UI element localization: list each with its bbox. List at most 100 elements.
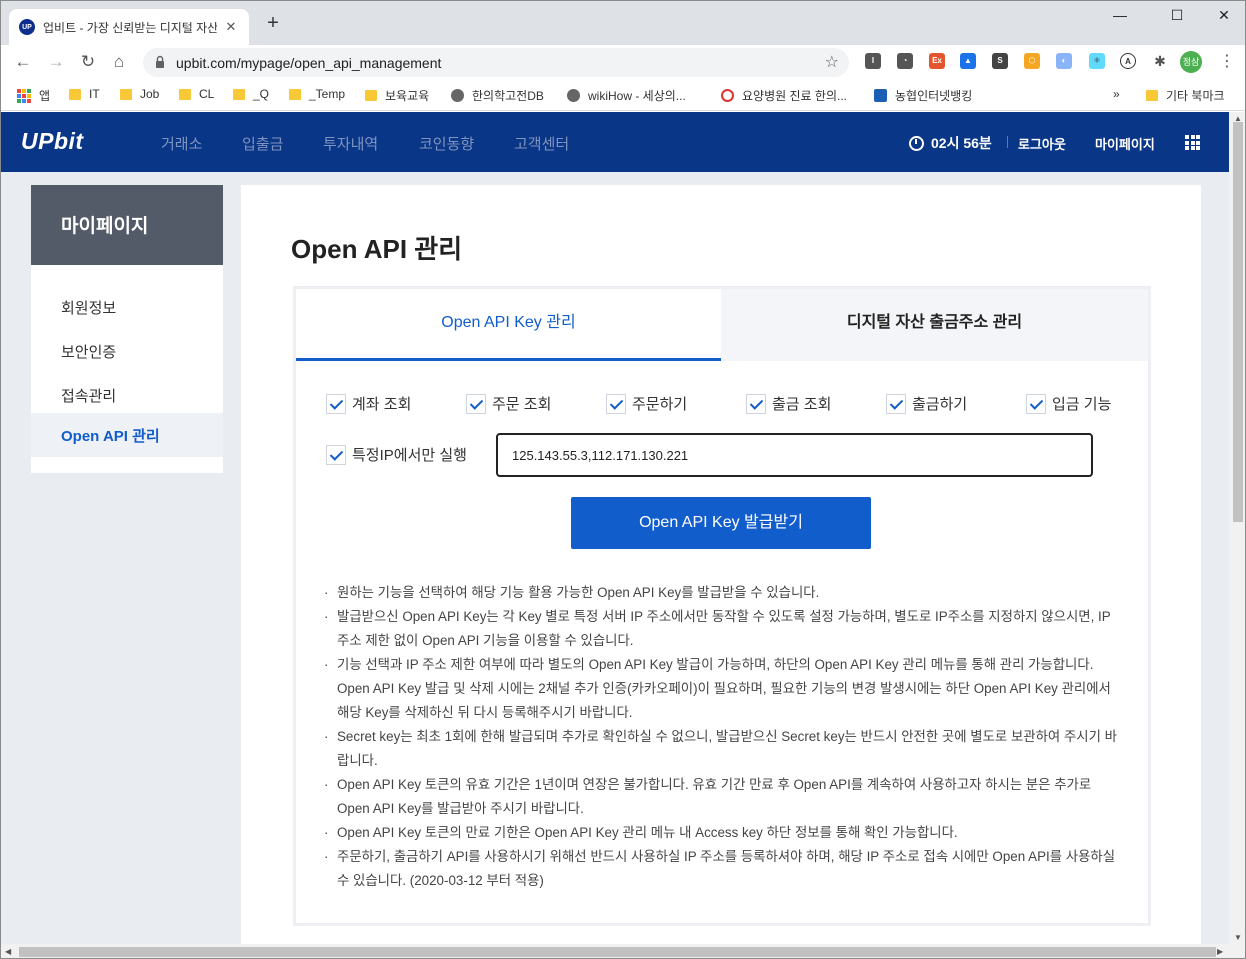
bookmark-label: 농협인터넷뱅킹 [895, 89, 973, 103]
ip-address-input[interactable]: 125.143.55.3,112.171.130.221 [496, 433, 1093, 477]
checkbox-label: 출금하기 [912, 396, 968, 413]
graduation-cap-extension-icon[interactable]: ▲ [960, 53, 976, 69]
nav-deposit-withdraw[interactable]: 입출금 [242, 133, 283, 154]
sidebar-item-access[interactable]: 접속관리 [31, 373, 223, 417]
forward-arrow-icon[interactable]: → [44, 50, 68, 74]
scroll-left-icon[interactable]: ◀ [5, 947, 11, 956]
bookmark-label: 한의학고전DB [472, 89, 544, 103]
bookmark-label: 요양병원 진료 한의... [742, 89, 847, 103]
horizontal-scrollbar[interactable]: ◀ ▶ [1, 944, 1245, 958]
list-item: 주문하기, 출금하기 API를 사용하시기 위해선 반드시 사용하실 IP 주소… [324, 845, 1124, 893]
permission-checkbox[interactable]: 입금 기능 [1026, 393, 1111, 414]
permission-checkbox[interactable]: 계좌 조회 [326, 393, 411, 414]
nav-investments[interactable]: 투자내역 [323, 133, 378, 154]
nh-bank-icon [874, 89, 887, 102]
permission-checkbox[interactable]: 주문하기 [606, 393, 687, 414]
tab-api-key[interactable]: Open API Key 관리 [296, 289, 721, 361]
tab-bar: Open API Key 관리 디지털 자산 출금주소 관리 [296, 289, 1148, 361]
list-item: 원하는 기능을 선택하여 해당 기능 활용 가능한 Open API Key를 … [324, 581, 1124, 605]
extension-icon[interactable]: S [992, 53, 1008, 69]
sidebar-item-open-api[interactable]: Open API 관리 [31, 413, 223, 457]
reload-icon[interactable]: ↻ [76, 50, 100, 74]
bookmark-folder[interactable]: _Temp [289, 87, 345, 101]
bookmark-folder[interactable]: CL [179, 87, 214, 101]
a-extension-icon[interactable]: A [1120, 53, 1136, 69]
bookmark-label: _Q [253, 87, 270, 101]
profile-avatar[interactable]: 정삼 [1180, 51, 1202, 73]
vertical-scrollbar[interactable]: ▲ ▼ [1229, 112, 1245, 944]
bookmark-link[interactable]: wikiHow - 세상의... [567, 87, 686, 104]
sidebar-item-member-info[interactable]: 회원정보 [31, 285, 223, 329]
home-icon[interactable]: ⌂ [107, 50, 131, 74]
scroll-thumb[interactable] [1233, 122, 1243, 522]
url-text: upbit.com/mypage/open_api_management [176, 55, 442, 71]
lightbulb-extension-icon[interactable]: ◔ [897, 53, 913, 69]
bookmark-folder[interactable]: _Q [233, 87, 269, 101]
upbit-favicon-icon: UP [19, 19, 35, 35]
mypage-link[interactable]: 마이페이지 [1095, 134, 1155, 153]
kebab-icon[interactable]: ⋮ [1219, 51, 1235, 71]
scroll-right-icon[interactable]: ▶ [1217, 947, 1223, 956]
list-item: Open API Key 토큰의 유효 기간은 1년이며 연장은 불가합니다. … [324, 773, 1124, 821]
extension-icon[interactable]: Ex [929, 53, 945, 69]
plus-icon[interactable]: + [263, 13, 283, 34]
bookmark-apps[interactable]: 앱 [17, 87, 50, 104]
bookmark-label: CL [199, 87, 215, 101]
puzzle-icon[interactable]: ✱ [1152, 53, 1168, 69]
grid-menu-icon[interactable] [1185, 135, 1200, 150]
checkmark-icon [746, 393, 766, 414]
bookmark-label: 기타 북마크 [1166, 89, 1225, 103]
address-bar[interactable]: upbit.com/mypage/open_api_management ☆ [143, 48, 849, 77]
bookmark-link[interactable]: 한의학고전DB [451, 87, 544, 104]
browser-tab[interactable]: UP 업비트 - 가장 신뢰받는 디지털 자산 거래소 ✕ [9, 9, 249, 45]
circle-extension-icon[interactable]: ◐ [1056, 53, 1072, 69]
extension-icon[interactable]: I [865, 53, 881, 69]
permission-checkbox[interactable]: 출금하기 [886, 393, 967, 414]
bookmarks-bar: 앱 IT Job CL _Q _Temp 보육교육 한의학고전DB wikiHo… [1, 79, 1245, 111]
browser-toolbar: ← → ↻ ⌂ upbit.com/mypage/open_api_manage… [1, 45, 1245, 79]
nav-exchange[interactable]: 거래소 [161, 133, 202, 154]
tab-withdraw-address[interactable]: 디지털 자산 출금주소 관리 [721, 289, 1148, 361]
api-panel: Open API Key 관리 디지털 자산 출금주소 관리 계좌 조회 주문 … [293, 286, 1151, 926]
minimize-icon[interactable]: — [1105, 7, 1135, 23]
bookmarks-overflow-button[interactable]: » [1113, 87, 1120, 101]
checkbox-label: 입금 기능 [1052, 396, 1112, 413]
session-timer: 02시 56분 [909, 133, 992, 153]
folder-icon [365, 90, 377, 101]
permission-checkbox[interactable]: 출금 조회 [746, 393, 831, 414]
bookmark-folder[interactable]: 보육교육 [365, 87, 429, 104]
folder-icon [289, 88, 301, 100]
bookmark-link[interactable]: 요양병원 진료 한의... [721, 87, 847, 104]
sidebar: 마이페이지 회원정보 보안인증 접속관리 Open API 관리 [31, 185, 223, 473]
hexagon-extension-icon[interactable]: ⬡ [1024, 53, 1040, 69]
ip-restrict-checkbox[interactable]: 특정IP에서만 실행 [326, 444, 467, 465]
page-body: 마이페이지 회원정보 보안인증 접속관리 Open API 관리 Open AP… [1, 172, 1229, 945]
close-icon[interactable]: ✕ [223, 19, 239, 35]
checkbox-label: 주문 조회 [492, 396, 552, 413]
star-icon[interactable]: ☆ [825, 52, 839, 72]
maximize-icon[interactable]: ☐ [1162, 7, 1192, 24]
bookmark-folder[interactable]: Job [120, 87, 159, 101]
logout-link[interactable]: 로그아웃 [1018, 134, 1066, 153]
sidebar-title: 마이페이지 [31, 185, 223, 265]
window-close-icon[interactable]: ✕ [1209, 7, 1239, 24]
upbit-logo[interactable]: UPbit [21, 128, 84, 155]
react-extension-icon[interactable]: ⚛ [1089, 53, 1105, 69]
sidebar-item-security[interactable]: 보안인증 [31, 329, 223, 373]
bookmark-folder[interactable]: 기타 북마크 [1146, 87, 1225, 104]
tab-strip: UP 업비트 - 가장 신뢰받는 디지털 자산 거래소 ✕ + — ☐ ✕ [1, 1, 1245, 45]
nav-customer-center[interactable]: 고객센터 [514, 133, 569, 154]
folder-icon [179, 88, 191, 100]
permission-checkbox[interactable]: 주문 조회 [466, 393, 551, 414]
checkbox-label: 계좌 조회 [352, 396, 412, 413]
checkmark-icon [466, 393, 486, 414]
nav-coin-trends[interactable]: 코인동향 [419, 133, 474, 154]
bookmark-link[interactable]: 농협인터넷뱅킹 [874, 87, 972, 104]
site-header: UPbit 거래소 입출금 투자내역 코인동향 고객센터 02시 56분 로그아… [1, 112, 1229, 172]
back-arrow-icon[interactable]: ← [11, 50, 35, 74]
bookmark-folder[interactable]: IT [69, 87, 100, 101]
checkmark-icon [886, 393, 906, 414]
issue-api-key-button[interactable]: Open API Key 발급받기 [571, 497, 871, 549]
scroll-thumb[interactable] [19, 947, 1216, 957]
scroll-down-icon[interactable]: ▼ [1234, 933, 1242, 942]
